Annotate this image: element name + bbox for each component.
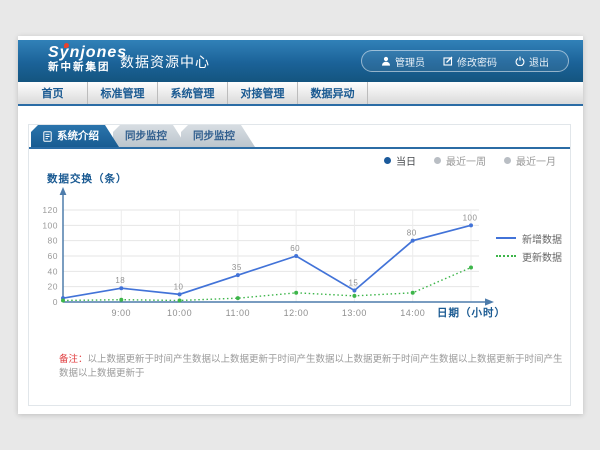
footnote: 备注：以上数据更新于时间产生数据以上数据更新于时间产生数据以上数据更新于时间产生… [59, 353, 564, 381]
logo-red-dot-icon [64, 43, 69, 48]
range-option-today[interactable]: 当日 [384, 153, 416, 168]
tab-sync-monitor-2[interactable]: 同步监控 [181, 125, 255, 147]
y-axis-title: 数据交换（条） [47, 171, 128, 186]
tab-system-intro[interactable]: 系统介绍 [31, 125, 119, 147]
tab-bar: 系统介绍 同步监控 同步监控 [31, 125, 249, 147]
edit-icon [443, 56, 453, 66]
logo-name: Synjones [48, 44, 127, 61]
nav-item-integration-mgmt[interactable]: 对接管理 [228, 82, 298, 104]
nav-item-system-mgmt[interactable]: 系统管理 [158, 82, 228, 104]
svg-text:35: 35 [232, 263, 242, 272]
time-range-selector: 当日 最近一周 最近一月 [366, 153, 556, 168]
radio-dot-icon [384, 157, 391, 164]
logout-button[interactable]: 退出 [506, 54, 558, 69]
line-chart: 0 20 40 60 80 100 120 9:00 10:00 11:00 12:00 13:00 1… [41, 186, 501, 336]
svg-text:60: 60 [48, 251, 58, 261]
nav-item-home[interactable]: 首页 [18, 82, 88, 104]
app-header: Synjones 新中新集团 数据资源中心 管理员 修改密码 退出 [18, 40, 583, 82]
svg-text:15: 15 [348, 279, 358, 288]
svg-text:100: 100 [463, 213, 478, 222]
radio-dot-icon [504, 157, 511, 164]
svg-text:9:00: 9:00 [112, 308, 132, 318]
main-nav: 首页 标准管理 系统管理 对接管理 数据异动 [18, 82, 583, 106]
solid-line-icon [496, 237, 516, 239]
range-option-last-month[interactable]: 最近一月 [504, 153, 556, 168]
svg-text:12:00: 12:00 [284, 308, 309, 318]
range-option-last-week[interactable]: 最近一周 [434, 153, 486, 168]
svg-text:10:00: 10:00 [167, 308, 192, 318]
content-panel: 系统介绍 同步监控 同步监控 当日 最近一周 最近一月 数据交换（条） 0 20 4… [28, 124, 571, 406]
svg-text:60: 60 [290, 244, 300, 253]
legend-item-updated-data[interactable]: 更新数据 [496, 247, 562, 265]
svg-text:100: 100 [42, 220, 58, 230]
svg-text:120: 120 [42, 205, 58, 215]
series-legend: 新增数据 更新数据 [496, 229, 562, 265]
footnote-label: 备注： [59, 354, 88, 365]
svg-text:11:00: 11:00 [226, 308, 250, 318]
logo-subtitle: 新中新集团 [48, 61, 127, 74]
user-menu: 管理员 修改密码 退出 [361, 50, 569, 72]
svg-text:14:00: 14:00 [400, 308, 425, 318]
svg-text:20: 20 [48, 282, 58, 292]
user-button[interactable]: 管理员 [372, 54, 434, 69]
app-window: Synjones 新中新集团 数据资源中心 管理员 修改密码 退出 首页 标准管… [18, 36, 583, 414]
nav-item-standard-mgmt[interactable]: 标准管理 [88, 82, 158, 104]
tab-sync-monitor-1[interactable]: 同步监控 [113, 125, 187, 147]
page-title: 数据资源中心 [120, 40, 210, 82]
company-logo: Synjones 新中新集团 [48, 44, 127, 74]
power-icon [515, 56, 525, 66]
svg-text:0: 0 [53, 297, 58, 307]
change-password-button[interactable]: 修改密码 [434, 54, 506, 69]
tab-underline [29, 147, 570, 149]
nav-item-data-change[interactable]: 数据异动 [298, 82, 368, 104]
radio-dot-icon [434, 157, 441, 164]
document-icon [43, 131, 52, 142]
svg-text:40: 40 [48, 266, 58, 276]
svg-text:80: 80 [407, 229, 417, 238]
svg-text:80: 80 [48, 236, 58, 246]
user-icon [381, 56, 391, 66]
svg-text:10: 10 [174, 282, 184, 291]
svg-text:18: 18 [115, 276, 125, 285]
legend-item-new-data[interactable]: 新增数据 [496, 229, 562, 247]
svg-text:13:00: 13:00 [342, 308, 367, 318]
dotted-line-icon [496, 255, 516, 257]
x-axis-title: 日期（小时） [437, 305, 506, 320]
footnote-text: 以上数据更新于时间产生数据以上数据更新于时间产生数据以上数据更新于时间产生数据以… [59, 354, 563, 379]
